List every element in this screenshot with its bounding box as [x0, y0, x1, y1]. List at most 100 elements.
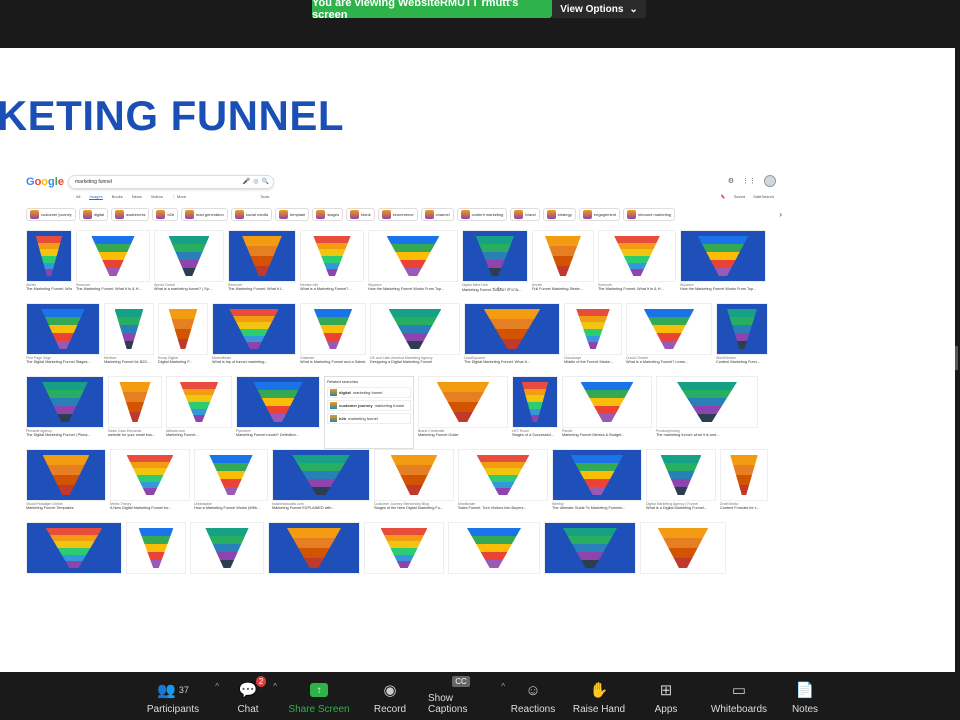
slide-title: RKETING FUNNEL: [0, 92, 344, 139]
funnel-graphic: [168, 236, 210, 276]
result-thumbnail: [512, 376, 558, 428]
filter-chip: ecommerce: [377, 208, 418, 221]
search-icon: 🔍: [261, 179, 269, 185]
funnel-graphic: [436, 382, 490, 422]
result-caption: The Digital Marketing Funnel Stages...: [26, 360, 91, 364]
result-caption: Marketing Funnel Templates: [26, 506, 74, 510]
image-result: [364, 522, 444, 595]
image-result: businessboosts.com Marketing Funnel EXPLA…: [272, 449, 370, 522]
image-row: Visual Paradigm Online Marketing Funnel T…: [26, 449, 776, 522]
view-options-label: View Options: [560, 3, 624, 15]
image-result: UKT Room Stages of a Successful...: [512, 376, 558, 449]
result-caption: Marketing Funnel Metrics & Budget...: [562, 433, 625, 437]
tab-news: News: [131, 194, 142, 199]
reactions-button[interactable]: ☺ Reactions: [501, 672, 565, 720]
filter-chip: digital: [78, 208, 109, 221]
result-thumbnail: [108, 376, 162, 428]
result-thumbnail: [626, 303, 712, 355]
result-caption: Marketing Funnel EXPLAINED with...: [272, 506, 335, 510]
participant-count: 37: [178, 685, 189, 695]
result-thumbnail: [364, 522, 444, 574]
funnel-graphic: [475, 236, 515, 276]
image-result: Pipedrive Marketing Funnel model? Definit…: [236, 376, 320, 449]
image-result: Weebly The Ultimate Guide To Marketing Fu…: [552, 449, 642, 522]
funnel-graphic: [660, 455, 702, 495]
show-captions-label: Show Captions: [428, 693, 468, 715]
funnel-graphic: [91, 236, 135, 276]
image-result: Sprout Social What is a marketing funnel?…: [154, 230, 224, 303]
record-button[interactable]: ◉ Record: [359, 672, 421, 720]
result-thumbnail: [158, 303, 208, 355]
funnel-graphic: [179, 382, 219, 422]
image-result: [190, 522, 264, 595]
mic-icon: 🎤: [242, 179, 251, 185]
result-thumbnail: [532, 230, 594, 282]
result-caption: The Digital Marketing Funnel | Pinna...: [26, 433, 91, 437]
chat-button[interactable]: 💬 2 Chat ^: [217, 672, 279, 720]
filter-chip-label: blank: [361, 212, 371, 217]
filter-chip-label: lead generation: [196, 212, 224, 217]
chat-icon: 💬: [238, 682, 258, 699]
related-searches-header: Related searches: [327, 379, 359, 384]
image-row: First Page Sage The Digital Marketing Fun…: [26, 303, 776, 376]
chip-thumb-icon: [82, 210, 92, 219]
result-thumbnail: [272, 449, 370, 501]
chevron-up-icon[interactable]: ^: [273, 682, 277, 691]
image-results-grid: AhrefsThe Marketing Funnel: What It I...…: [26, 230, 776, 595]
result-caption: The Marketing Funnel: What It I...: [26, 287, 72, 291]
image-result: Customer Journey Mentorship Blog Stages o…: [374, 449, 454, 522]
chip-thumb-icon: [234, 210, 244, 219]
image-result: Visual Paradigm Online Marketing Funnel T…: [26, 449, 106, 522]
search-tabs: All Images Books News Videos ⋮ More: [76, 194, 186, 200]
result-caption: Marketing Funnel สิ่งนี้คือ? ทำงาน...: [462, 288, 522, 292]
notes-label: Notes: [791, 704, 819, 715]
funnel-graphic: [657, 528, 709, 568]
result-thumbnail: [236, 376, 320, 428]
safesearch-label: SafeSearch: [753, 194, 774, 199]
image-result: [268, 522, 360, 595]
funnel-graphic: [313, 236, 351, 276]
apps-button[interactable]: ⊞ Apps: [633, 672, 699, 720]
hand-icon: ✋: [589, 682, 609, 699]
chip-thumb-icon: [424, 210, 434, 219]
chip-thumb-icon: [460, 210, 470, 219]
meeting-top-bar: You are viewing WebsiteRMUTT rmutt's scr…: [0, 0, 960, 48]
result-caption: How a Marketing Funnel Works (With...: [194, 506, 260, 510]
filter-chip: awareness: [111, 208, 150, 221]
whiteboards-button[interactable]: ▭ Whiteboards: [699, 672, 779, 720]
scroll-handle[interactable]: [955, 346, 958, 370]
image-result: Digital Mind Hub Marketing Funnel สิ่งนี้…: [462, 230, 528, 303]
show-captions-button[interactable]: CC Show Captions ^: [421, 672, 505, 720]
share-screen-button[interactable]: ↑ Share Screen: [279, 672, 359, 720]
result-caption: What is a Marketing Funnel? ...: [300, 287, 353, 291]
view-options-button[interactable]: View Options ⌄: [552, 0, 646, 18]
funnel-graphic: [643, 309, 695, 349]
result-thumbnail: [268, 522, 360, 574]
apps-label: Apps: [654, 704, 678, 715]
result-caption: The Marketing Funnel: What It Is & H...: [76, 287, 142, 291]
tools-link: Tools: [260, 194, 270, 199]
chip-thumb-icon: [582, 210, 592, 219]
raise-hand-button[interactable]: ✋ Raise Hand: [565, 672, 633, 720]
image-result: First Page Sage The Digital Marketing Fun…: [26, 303, 100, 376]
search-input: marketing funnel 🎤 ◎ 🔍: [68, 175, 274, 189]
notes-button[interactable]: 📄 Notes: [779, 672, 831, 720]
result-thumbnail: [464, 303, 560, 355]
tab-videos: Videos: [150, 194, 163, 199]
result-caption: Sales Funnel: Turn Visitors into Buyers.…: [458, 506, 527, 510]
result-caption: Marketing Funnel model? Definition...: [236, 433, 299, 437]
participants-label: Participants: [146, 704, 200, 715]
result-thumbnail: [194, 449, 268, 501]
related-thumb-icon: [330, 402, 337, 409]
participants-button[interactable]: 👥 37 Participants ^: [129, 672, 219, 720]
filter-chip: blank: [346, 208, 375, 221]
funnel-graphic: [677, 382, 737, 422]
chat-badge: 2: [255, 676, 267, 687]
result-thumbnail: [26, 230, 72, 282]
filter-chip-label: ecommerce: [392, 212, 414, 217]
funnel-graphic: [168, 309, 198, 349]
apps-grid-icon: ⋮⋮: [742, 178, 756, 185]
image-result: US and Latin America Marketing Agency Des…: [370, 303, 460, 376]
result-caption: What is a Digital Marketing Funnel...: [646, 506, 707, 510]
result-thumbnail: [300, 303, 366, 355]
